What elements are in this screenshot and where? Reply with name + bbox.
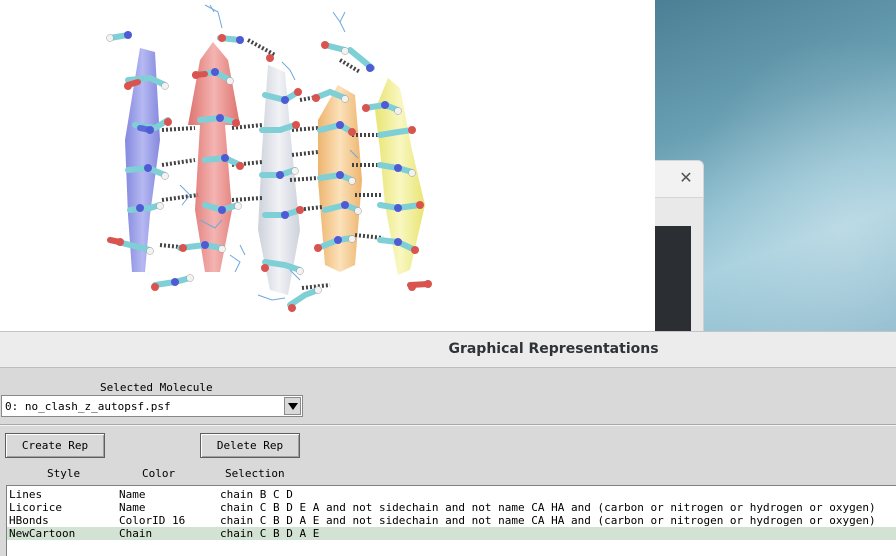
rep-color: ColorID 16 [119,514,186,527]
graphical-representations-window: Graphical Representations Selected Molec… [0,331,896,556]
rep-row[interactable]: Licorice Name chain C B D E A and not si… [7,501,896,514]
rep-selection: chain C B D E A and not sidechain and no… [220,501,876,514]
rep-style: NewCartoon [9,527,76,540]
rep-style: Licorice [9,501,62,514]
selected-molecule-value: 0: no_clash_z_autopsf.psf [5,400,171,413]
window-title: Graphical Representations [448,341,659,357]
close-icon[interactable]: ✕ [676,168,696,188]
rep-selection: chain C B D A E and not sidechain and no… [220,514,876,527]
rep-color: Chain [119,527,153,540]
representations-list: Lines Name chain B C D Licorice Name cha… [6,485,896,556]
create-rep-button[interactable]: Create Rep [5,433,105,458]
rep-selection: chain B C D [220,488,293,501]
column-header-style: Style [47,467,81,480]
rep-color: Name [119,488,146,501]
rep-row-selected[interactable]: NewCartoon Chain chain C B D A E [7,527,896,540]
chevron-down-icon[interactable] [284,397,301,415]
molecule-render [106,4,432,312]
window-titlebar: Graphical Representations [0,331,896,368]
column-header-color: Color [142,467,176,480]
column-header-selection: Selection [225,467,285,480]
delete-rep-button[interactable]: Delete Rep [200,433,300,458]
molecule-viewer[interactable] [0,0,655,332]
rep-style: Lines [9,488,43,501]
background-window-dark-pane [655,226,691,332]
rep-style: HBonds [9,514,49,527]
rep-row[interactable]: Lines Name chain B C D [7,488,896,501]
rep-selection: chain C B D A E [220,527,320,540]
rep-color: Name [119,501,146,514]
selected-molecule-dropdown[interactable]: 0: no_clash_z_autopsf.psf [1,395,303,417]
selected-molecule-label: Selected Molecule [100,381,213,394]
divider [0,424,896,426]
rep-row[interactable]: HBonds ColorID 16 chain C B D A E and no… [7,514,896,527]
